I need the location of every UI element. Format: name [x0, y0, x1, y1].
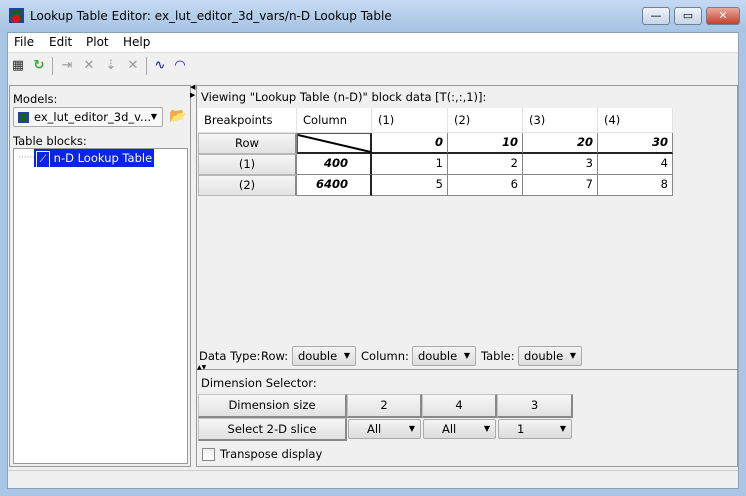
slice-dropdown-1[interactable]: All ▼	[348, 419, 421, 439]
table-type-value: double	[524, 349, 564, 363]
title-bar: Lookup Table Editor: ex_lut_editor_3d_va…	[0, 0, 746, 32]
data-table: Breakpoints Column (1) (2) (3) (4) Row 0…	[198, 108, 674, 198]
app-icon	[9, 8, 24, 23]
dimension-size-label: Dimension size	[198, 394, 347, 418]
row-breakpoint[interactable]: 6400	[297, 175, 372, 196]
window-title: Lookup Table Editor: ex_lut_editor_3d_va…	[30, 9, 392, 23]
client-area: File Edit Plot Help ▦ ↻ ⇥ ✕ ⇣ ✕ ∿ ◠ Mode…	[7, 32, 739, 489]
slice-dropdown-2[interactable]: All ▼	[423, 419, 496, 439]
dimension-selector-label: Dimension Selector:	[201, 376, 317, 390]
line-plot-icon[interactable]: ∿	[151, 57, 169, 75]
tree-line: ······	[18, 153, 36, 163]
add-row-icon[interactable]: ⇥	[58, 57, 76, 75]
column-type-dropdown[interactable]: double ▼	[412, 346, 476, 366]
column-type-label: Column:	[361, 349, 409, 363]
menu-help[interactable]: Help	[123, 35, 150, 49]
left-panel: Models: ex_lut_editor_3d_v... ▼ 📂 Table b…	[9, 85, 191, 467]
column-breakpoint[interactable]: 10	[448, 133, 523, 154]
row-type-value: double	[298, 349, 338, 363]
row-type-label: Row:	[261, 349, 289, 363]
lookup-table-icon: ⟋	[36, 151, 50, 169]
close-button[interactable]: ✕	[706, 7, 740, 25]
splitter-arrows[interactable]: ◀ ▶	[190, 83, 195, 99]
dimension-size: 2	[347, 394, 422, 418]
open-folder-icon[interactable]: 📂	[169, 108, 186, 124]
mesh-plot-icon[interactable]: ◠	[171, 57, 189, 75]
column-breakpoint[interactable]: 20	[523, 133, 598, 154]
table-cell[interactable]: 7	[523, 175, 598, 196]
corner-cell	[297, 133, 372, 154]
menu-edit[interactable]: Edit	[49, 35, 72, 49]
viewing-label: Viewing "Lookup Table (n-D)" block data …	[201, 90, 487, 104]
table-blocks-tree: ······ ⟋ n-D Lookup Table	[13, 148, 188, 464]
column-breakpoint[interactable]: 0	[372, 133, 448, 154]
table-cell[interactable]: 8	[598, 175, 673, 196]
row-header: (1)	[198, 154, 297, 175]
tree-item-nd-lookup-table[interactable]: ⟋ n-D Lookup Table	[34, 149, 155, 169]
row-breakpoint[interactable]: 400	[297, 154, 372, 175]
row-header: (2)	[198, 175, 297, 196]
table-type-label: Table:	[481, 349, 515, 363]
data-type-label: Data Type:	[199, 349, 261, 363]
table-type-dropdown[interactable]: double ▼	[518, 346, 582, 366]
header-col-1: (1)	[372, 108, 448, 133]
add-column-icon[interactable]: ⇣	[102, 57, 120, 75]
header-col-4: (4)	[598, 108, 673, 133]
menu-bar: File Edit Plot Help	[8, 33, 738, 53]
splitter-arrows[interactable]: ▲▼	[197, 364, 206, 371]
menu-plot[interactable]: Plot	[86, 35, 109, 49]
table-cell[interactable]: 5	[372, 175, 448, 196]
dimension-size: 4	[422, 394, 497, 418]
header-col-3: (3)	[523, 108, 598, 133]
models-dropdown[interactable]: ex_lut_editor_3d_v... ▼	[13, 107, 163, 127]
delete-row-icon[interactable]: ✕	[80, 57, 98, 75]
table-cell[interactable]: 4	[598, 154, 673, 175]
table-blocks-label: Table blocks:	[13, 134, 87, 148]
maximize-button[interactable]: ▭	[674, 7, 702, 25]
transpose-checkbox[interactable]	[202, 448, 215, 461]
header-col-2: (2)	[448, 108, 523, 133]
minimize-button[interactable]: —	[642, 7, 670, 25]
select-slice-label: Select 2-D slice	[198, 418, 347, 441]
model-value: ex_lut_editor_3d_v...	[34, 110, 152, 124]
column-breakpoint[interactable]: 30	[598, 133, 673, 154]
slice-value: All	[442, 422, 457, 436]
slice-value: All	[367, 422, 382, 436]
transpose-label: Transpose display	[220, 447, 323, 461]
splitter[interactable]	[197, 369, 737, 370]
delete-column-icon[interactable]: ✕	[124, 57, 142, 75]
table-icon[interactable]: ▦	[9, 57, 27, 75]
column-type-value: double	[418, 349, 458, 363]
slice-value: 1	[517, 422, 525, 436]
row-header-label: Row	[198, 133, 297, 154]
dimension-size: 3	[497, 394, 573, 418]
toolbar-separator	[52, 57, 53, 75]
table-cell[interactable]: 3	[523, 154, 598, 175]
status-bar	[8, 470, 738, 488]
header-breakpoints: Breakpoints	[198, 108, 297, 133]
table-cell[interactable]: 1	[372, 154, 448, 175]
header-column: Column	[297, 108, 372, 133]
right-panel: Viewing "Lookup Table (n-D)" block data …	[196, 85, 738, 467]
models-label: Models:	[13, 92, 58, 106]
row-type-dropdown[interactable]: double ▼	[292, 346, 356, 366]
refresh-icon[interactable]: ↻	[30, 57, 48, 75]
table-cell[interactable]: 2	[448, 154, 523, 175]
model-icon	[18, 112, 29, 123]
menu-file[interactable]: File	[14, 35, 34, 49]
table-cell[interactable]: 6	[448, 175, 523, 196]
toolbar-separator	[146, 57, 147, 75]
tree-item-label: n-D Lookup Table	[53, 151, 153, 165]
slice-dropdown-3[interactable]: 1 ▼	[498, 419, 572, 439]
